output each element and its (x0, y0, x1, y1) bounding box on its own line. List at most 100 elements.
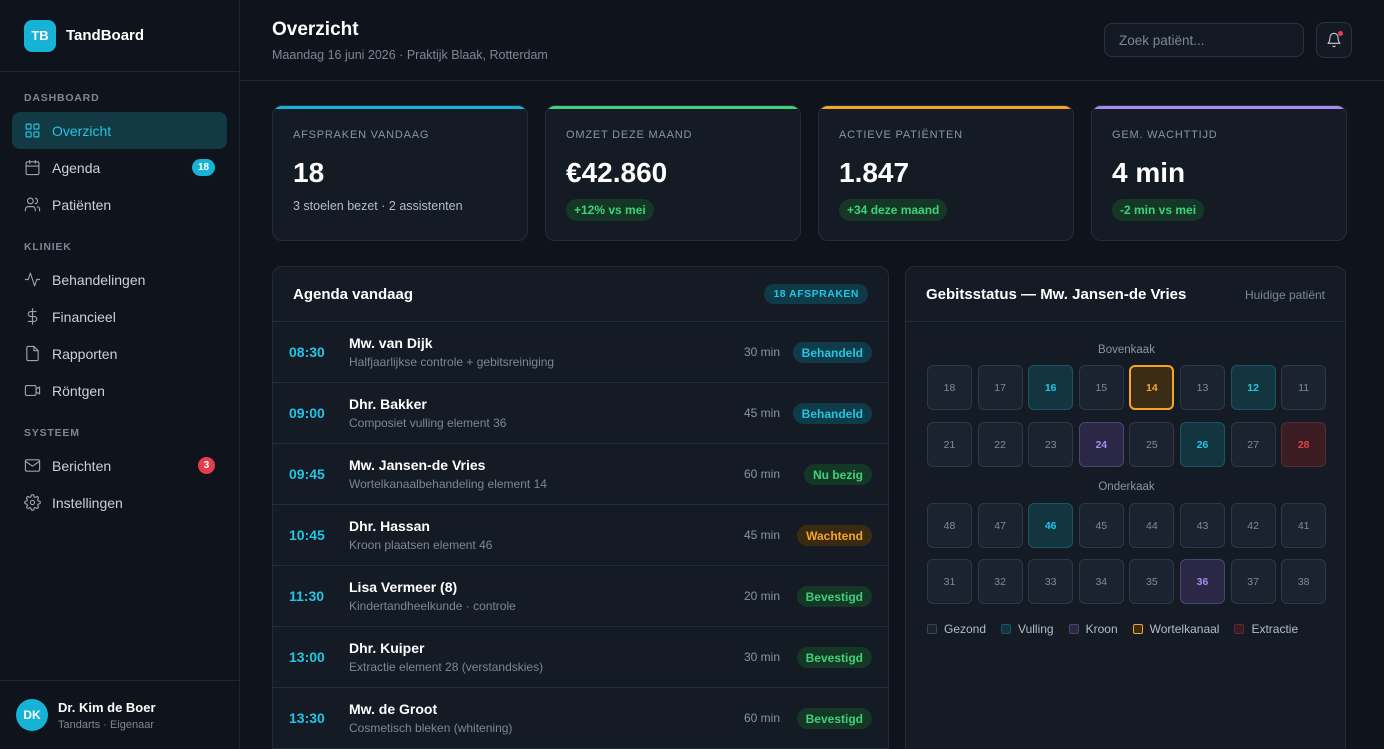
sidebar-item-pati-nten[interactable]: Patiënten (12, 186, 227, 223)
tooth-11[interactable]: 11 (1281, 365, 1327, 410)
nav-count-badge: 3 (198, 457, 215, 474)
stat-value: 18 (293, 157, 325, 188)
tooth-43[interactable]: 43 (1180, 503, 1225, 548)
tooth-13[interactable]: 13 (1180, 365, 1225, 410)
sidebar-item-behandelingen[interactable]: Behandelingen (12, 261, 227, 298)
stat-accent-bar (1092, 106, 1346, 109)
legend-label: Kroon (1085, 622, 1118, 636)
sidebar-item-agenda[interactable]: Agenda 18 (12, 149, 227, 186)
sidebar-item-label: Instellingen (52, 494, 123, 511)
legend-label: Vulling (1018, 622, 1054, 636)
tooth-17[interactable]: 17 (977, 365, 1023, 410)
sidebar-item-r-ntgen[interactable]: Röntgen (12, 372, 227, 409)
sidebar-item-financieel[interactable]: Financieel (12, 298, 227, 335)
upper-jaw-label: Bovenkaak (1098, 344, 1155, 356)
tooth-42[interactable]: 42 (1230, 503, 1276, 548)
legend-label: Extractie (1251, 622, 1299, 636)
sidebar-item-rapporten[interactable]: Rapporten (12, 335, 227, 372)
treatment-description: Halfjaarlijkse controle + gebitsreinigin… (349, 355, 555, 369)
appointment-time: 09:00 (289, 405, 325, 421)
tooth-48[interactable]: 48 (927, 503, 972, 548)
legend-swatch (1132, 624, 1143, 634)
tooth-26[interactable]: 26 (1180, 422, 1225, 467)
stat-card[interactable]: GEM. WACHTTIJD 4 min -2 min vs mei (1091, 105, 1347, 241)
tooth-46[interactable]: 46 (1028, 503, 1074, 548)
stat-value: 1.847 (839, 157, 910, 188)
user-role: Tandarts · Eigenaar (58, 718, 154, 731)
grid-icon (25, 123, 40, 138)
tooth-24[interactable]: 24 (1078, 422, 1124, 467)
appointment-time: 13:00 (289, 649, 325, 665)
appointment-row[interactable]: 10:45 Dhr. Hassan Kroon plaatsen element… (273, 505, 888, 566)
appointment-row[interactable]: 08:30 Mw. van Dijk Halfjaarlijkse contro… (273, 322, 888, 383)
page-title: Overzicht (272, 19, 359, 40)
notification-dot (1338, 31, 1343, 36)
user-profile[interactable]: DK Dr. Kim de Boer Tandarts · Eigenaar (0, 680, 239, 749)
stat-label: ACTIEVE PATIËNTEN (839, 129, 963, 141)
tooth-47[interactable]: 47 (977, 503, 1023, 548)
sidebar-item-label: Agenda (52, 159, 101, 176)
appointment-duration: 60 min (743, 711, 780, 725)
notifications-button[interactable] (1316, 22, 1352, 58)
tooth-22[interactable]: 22 (977, 422, 1023, 467)
tooth-25[interactable]: 25 (1129, 422, 1175, 467)
sidebar-item-overzicht[interactable]: Overzicht (12, 112, 227, 149)
stat-accent-bar (819, 106, 1073, 109)
status-badge: Behandeld (792, 342, 872, 363)
legend-swatch (927, 624, 937, 634)
tooth-28[interactable]: 28 (1281, 422, 1327, 467)
tooth-14[interactable]: 14 (1129, 365, 1175, 410)
stat-card[interactable]: OMZET DEZE MAAND €42.860 +12% vs mei (545, 105, 801, 241)
patient-name: Dhr. Bakker (349, 396, 427, 412)
tooth-33[interactable]: 33 (1028, 559, 1074, 604)
nav-section-title: KLINIEK (24, 241, 72, 253)
legend-item: Gezond (927, 622, 986, 636)
stat-label: OMZET DEZE MAAND (566, 129, 693, 141)
tooth-27[interactable]: 27 (1230, 422, 1276, 467)
stat-card[interactable]: ACTIEVE PATIËNTEN 1.847 +34 deze maand (818, 105, 1074, 241)
legend-label: Wortelkanaal (1149, 622, 1220, 636)
patient-name: Lisa Vermeer (8) (349, 579, 458, 595)
agenda-panel: Agenda vandaag 18 AFSPRAKEN 08:30 Mw. va… (272, 266, 889, 749)
appointment-row[interactable]: 11:30 Lisa Vermeer (8) Kindertandheelkun… (273, 566, 888, 627)
legend-swatch (1001, 624, 1012, 634)
tooth-35[interactable]: 35 (1129, 559, 1175, 604)
tooth-38[interactable]: 38 (1281, 559, 1327, 604)
sidebar-item-instellingen[interactable]: Instellingen (12, 484, 227, 521)
stat-card[interactable]: AFSPRAKEN VANDAAG 18 3 stoelen bezet · 2 … (272, 105, 528, 241)
tooth-32[interactable]: 32 (977, 559, 1023, 604)
patient-name: Dhr. Hassan (349, 518, 430, 534)
tooth-15[interactable]: 15 (1078, 365, 1124, 410)
tooth-21[interactable]: 21 (927, 422, 972, 467)
appointment-time: 11:30 (289, 588, 325, 604)
stat-subtext: 3 stoelen bezet · 2 assistenten (293, 199, 463, 213)
sidebar-item-label: Financieel (52, 308, 116, 325)
tooth-36[interactable]: 36 (1180, 559, 1225, 604)
appointment-duration: 45 min (743, 406, 780, 420)
tooth-23[interactable]: 23 (1028, 422, 1074, 467)
status-badge: Bevestigd (796, 586, 872, 607)
appointment-time: 10:45 (289, 527, 325, 543)
tooth-18[interactable]: 18 (927, 365, 972, 410)
treatment-description: Cosmetisch bleken (whitening) (349, 721, 513, 735)
search-input[interactable] (1104, 23, 1304, 57)
appointment-row[interactable]: 13:00 Dhr. Kuiper Extractie element 28 (… (273, 627, 888, 688)
tooth-44[interactable]: 44 (1129, 503, 1175, 548)
tooth-12[interactable]: 12 (1230, 365, 1276, 410)
tooth-37[interactable]: 37 (1230, 559, 1276, 604)
tooth-34[interactable]: 34 (1078, 559, 1124, 604)
brand[interactable]: TB TandBoard (0, 0, 239, 72)
brand-name: TandBoard (66, 27, 145, 44)
top-header: Overzicht Maandag 16 juni 2026 · Praktij… (240, 0, 1384, 81)
tooth-45[interactable]: 45 (1078, 503, 1124, 548)
xray-icon (24, 384, 41, 397)
tooth-31[interactable]: 31 (927, 559, 972, 604)
stat-value: €42.860 (566, 157, 668, 188)
tooth-41[interactable]: 41 (1281, 503, 1327, 548)
activity-icon (24, 272, 41, 287)
sidebar-item-berichten[interactable]: Berichten 3 (12, 447, 227, 484)
appointment-row[interactable]: 09:45 Mw. Jansen-de Vries Wortelkanaalbe… (273, 444, 888, 505)
appointment-row[interactable]: 13:30 Mw. de Groot Cosmetisch bleken (wh… (273, 688, 888, 749)
appointment-row[interactable]: 09:00 Dhr. Bakker Composiet vulling elem… (273, 383, 888, 444)
tooth-16[interactable]: 16 (1028, 365, 1074, 410)
